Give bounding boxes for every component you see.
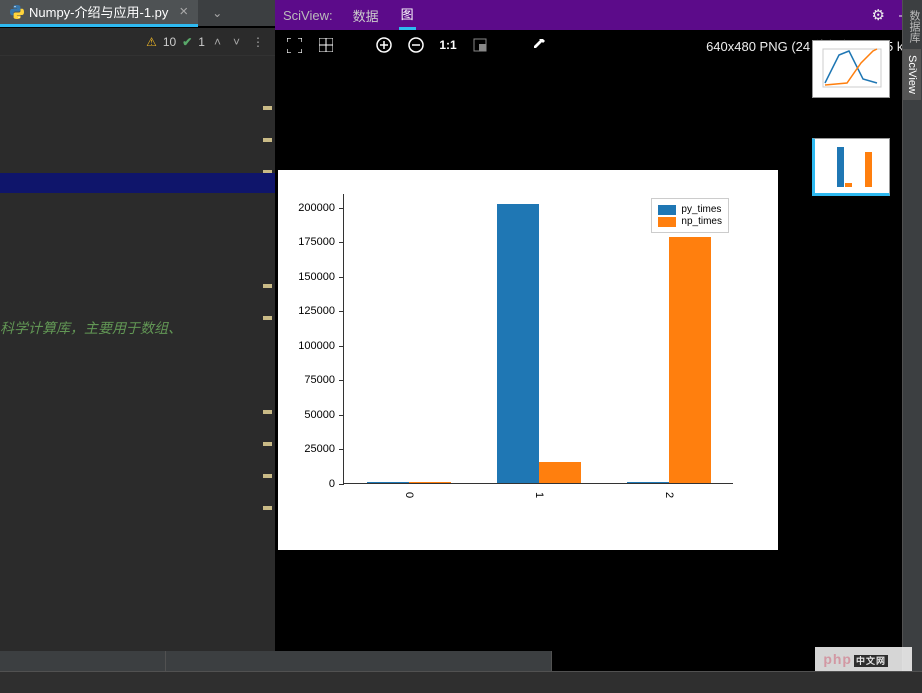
toolwindow-sciview[interactable]: SciView <box>903 49 921 100</box>
editor-tab-bar: Numpy-介绍与应用-1.py × ⌄ <box>0 0 275 28</box>
tab-dropdown-icon[interactable]: ⌄ <box>206 6 228 20</box>
more-icon[interactable]: ⋮ <box>249 35 267 49</box>
code-comment-text: 科学计算库，主要用于数组、 <box>0 318 182 338</box>
sciview-header: SciView: 数据 图 ⚙ — <box>275 0 922 30</box>
zoom-out-icon[interactable] <box>407 36 425 54</box>
gutter-marks <box>263 106 273 538</box>
color-picker-icon[interactable] <box>529 36 547 54</box>
legend-label-1: np_times <box>681 216 722 227</box>
legend: py_times np_times <box>651 198 729 233</box>
selection-highlight <box>0 173 275 193</box>
warning-count: 10 <box>163 35 176 49</box>
plot-thumbnails: × × <box>812 40 906 236</box>
file-tab-label: Numpy-介绍与应用-1.py <box>29 2 168 21</box>
check-count: 1 <box>198 35 205 49</box>
toolwindow-database[interactable]: 数据库 <box>903 4 922 49</box>
gear-icon[interactable]: ⚙ <box>872 6 885 24</box>
thumbnail-1[interactable]: × <box>812 138 906 196</box>
file-tab[interactable]: Numpy-介绍与应用-1.py × <box>0 0 198 27</box>
plot-area: py_times np_times 0250005000075000100000… <box>343 194 733 484</box>
status-bar <box>0 671 922 693</box>
python-file-icon <box>10 5 24 19</box>
actual-size-icon[interactable]: 1:1 <box>439 36 457 54</box>
editor-panel: Numpy-介绍与应用-1.py × ⌄ ⚠ 10 ✔ 1 ˄ ˅ ⋮ 科学计算… <box>0 0 275 693</box>
bottom-segment-2 <box>166 651 552 671</box>
editor-body[interactable]: 科学计算库，主要用于数组、 <box>0 56 275 693</box>
chart-image[interactable]: py_times np_times 0250005000075000100000… <box>278 170 778 550</box>
close-icon[interactable]: × <box>179 3 188 20</box>
watermark: php中文网 <box>815 647 912 671</box>
next-highlight-icon[interactable]: ˅ <box>230 35 243 49</box>
right-toolbar: 数据库 SciView <box>902 0 922 693</box>
tab-data[interactable]: 数据 <box>351 2 381 29</box>
thumbnail-0[interactable]: × <box>812 40 906 98</box>
bottom-segment-1 <box>0 651 166 671</box>
sciview-panel: SciView: 数据 图 ⚙ — 1:1 640x480 PNG (24 位颜… <box>275 0 922 693</box>
warning-icon: ⚠ <box>146 35 157 49</box>
tab-plot[interactable]: 图 <box>399 0 416 30</box>
zoom-in-icon[interactable] <box>375 36 393 54</box>
prev-highlight-icon[interactable]: ˄ <box>211 35 224 49</box>
check-icon: ✔ <box>182 35 192 49</box>
inspection-bar: ⚠ 10 ✔ 1 ˄ ˅ ⋮ <box>0 28 275 56</box>
crop-icon[interactable] <box>471 36 489 54</box>
legend-label-0: py_times <box>681 204 721 215</box>
fit-icon[interactable] <box>285 36 303 54</box>
grid-icon[interactable] <box>317 36 335 54</box>
sciview-title: SciView: <box>283 8 333 23</box>
